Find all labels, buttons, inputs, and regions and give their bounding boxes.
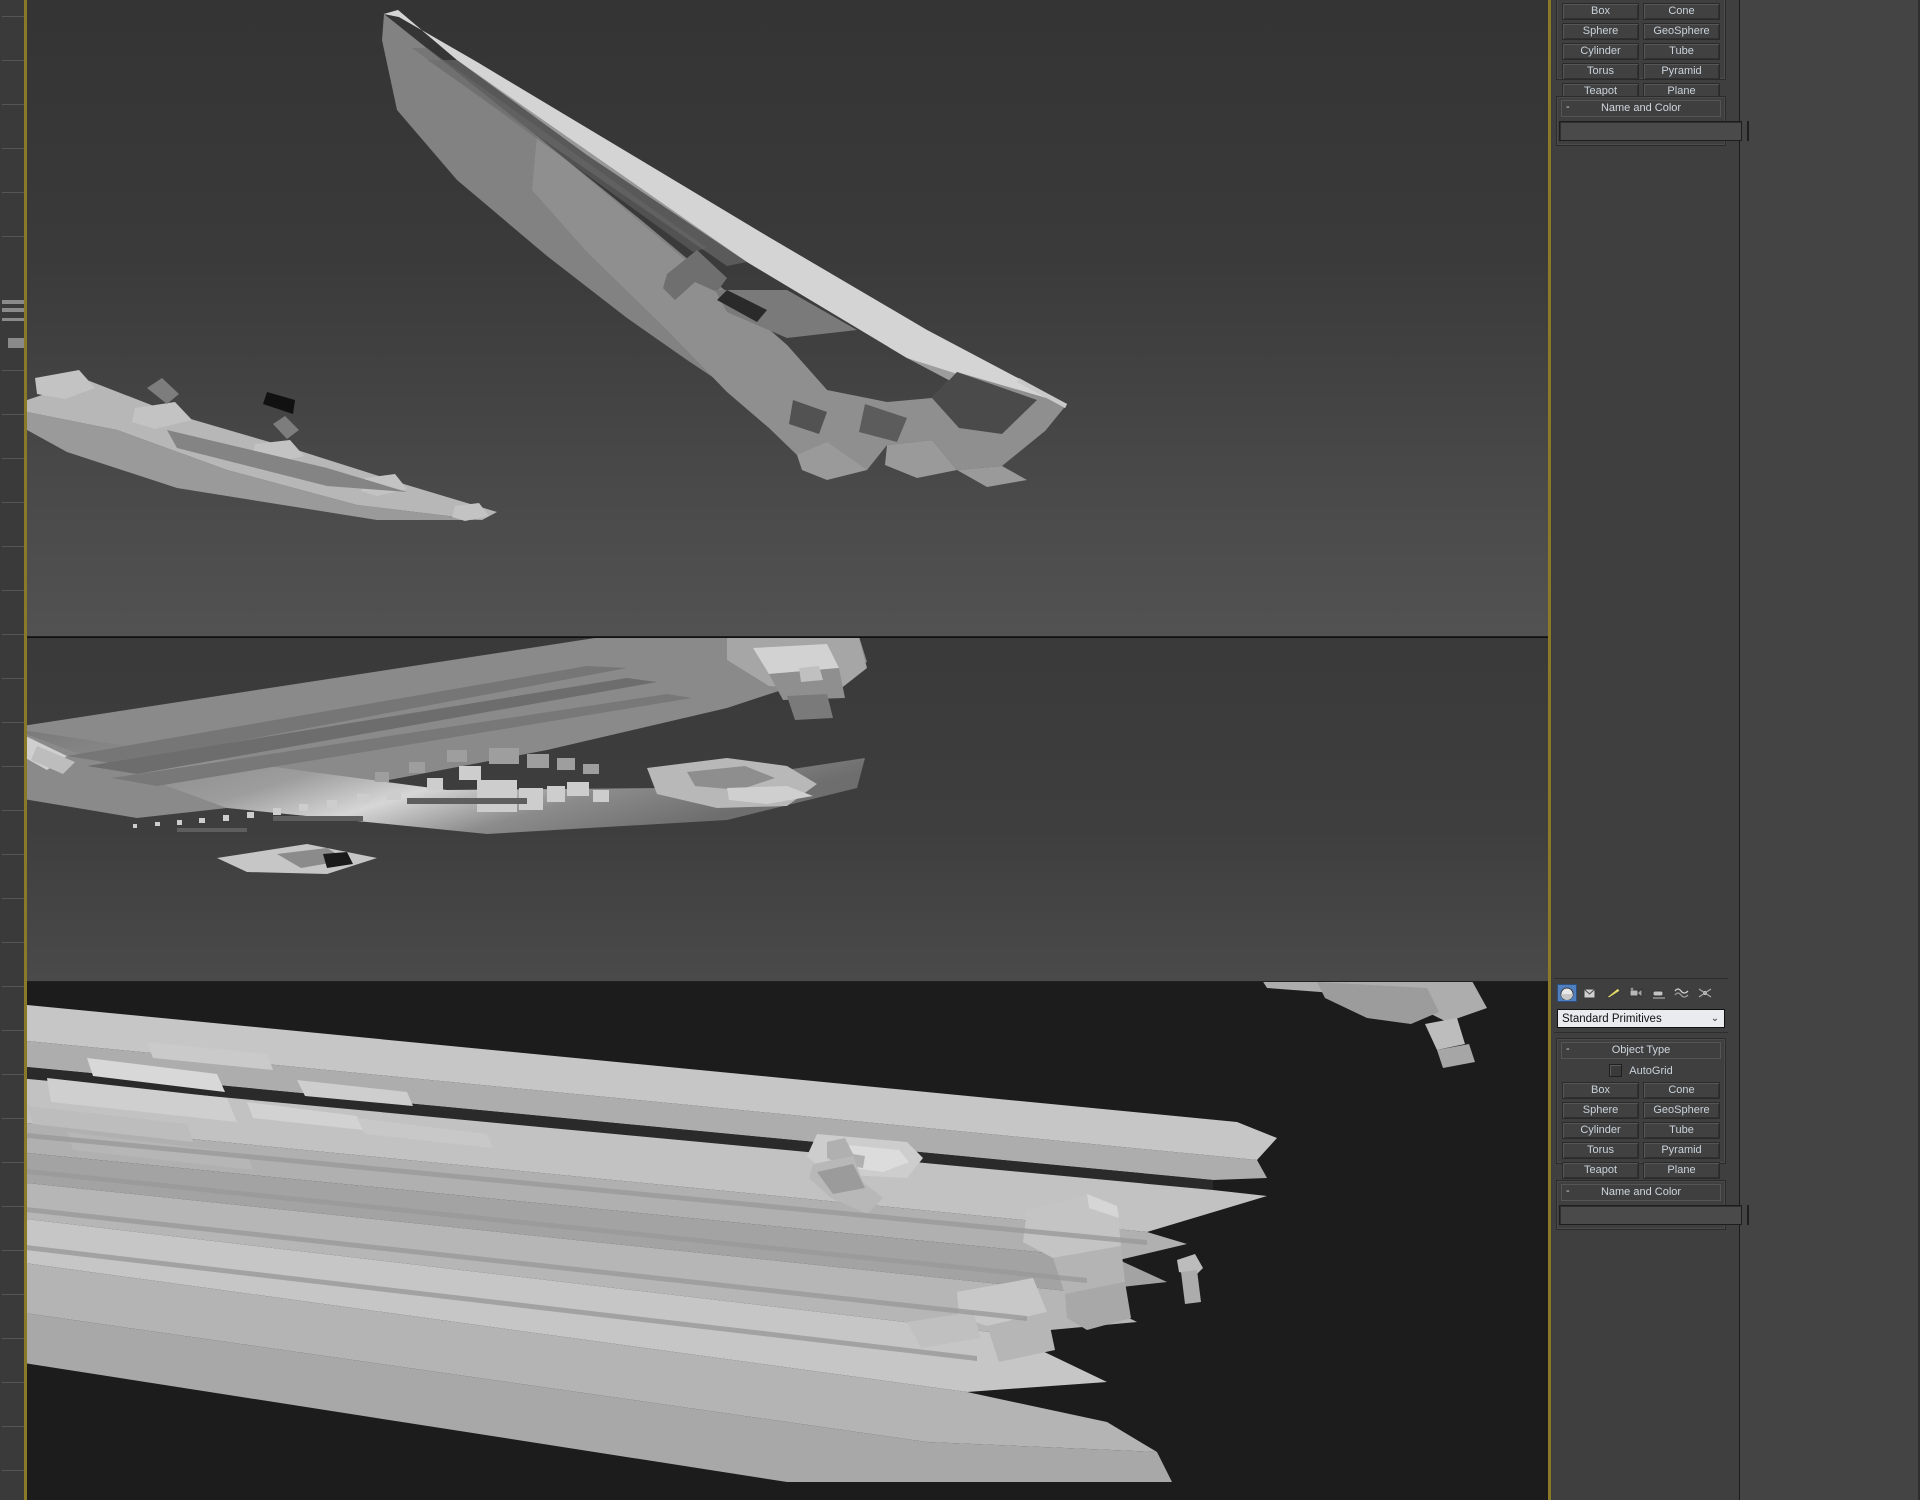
name-and-color-row [1557, 117, 1749, 143]
chevron-down-icon[interactable]: ⌄ [1706, 1013, 1724, 1024]
rollout-name-and-color-bottom: - Name and Color [1556, 1180, 1749, 1230]
rollout-collapse-icon[interactable]: - [1566, 100, 1570, 115]
geometry-icon[interactable] [1557, 984, 1577, 1002]
ruler-thumb[interactable] [8, 338, 24, 348]
object-type-row: Torus Pyramid [1562, 1142, 1720, 1159]
create-cylinder-button[interactable]: Cylinder [1562, 43, 1639, 60]
viewport-perspective-bottom[interactable] [27, 982, 1551, 1500]
object-type-row: Sphere GeoSphere [1562, 23, 1720, 40]
rollout-title-text: Object Type [1611, 1044, 1671, 1056]
autogrid-checkbox[interactable] [1609, 1064, 1623, 1077]
model-super-star-destroyer-underside [27, 638, 867, 874]
autogrid-row: AutoGrid [1562, 1063, 1720, 1078]
create-tube-button[interactable]: Tube [1643, 1122, 1720, 1139]
object-type-row: Cylinder Tube [1562, 1122, 1720, 1139]
model-star-destroyer-small [27, 370, 497, 521]
rollout-title-text: Name and Color [1600, 1186, 1682, 1198]
create-sphere-button[interactable]: Sphere [1562, 1102, 1639, 1119]
object-type-row: Torus Pyramid [1562, 63, 1720, 80]
object-type-row: Box Cone [1562, 3, 1720, 20]
object-color-swatch[interactable] [1747, 121, 1749, 141]
create-geosphere-button[interactable]: GeoSphere [1643, 23, 1720, 40]
create-pyramid-button[interactable]: Pyramid [1643, 1142, 1720, 1159]
rollout-collapse-icon[interactable]: - [1566, 1042, 1570, 1057]
command-panel: Box Cone Sphere GeoSphere Cylinder Tube … [1552, 0, 1920, 1500]
ruler-thumb[interactable] [2, 300, 24, 304]
rollout-header-name-and-color[interactable]: - Name and Color [1561, 100, 1721, 117]
name-and-color-row [1557, 1201, 1749, 1227]
systems-icon[interactable] [1695, 984, 1715, 1002]
viewport-container [27, 0, 1551, 1500]
object-category-dropdown-value: Standard Primitives [1562, 1012, 1662, 1025]
lights-icon[interactable] [1603, 984, 1623, 1002]
active-viewport-border-right [1548, 0, 1551, 1500]
object-category-dropdown[interactable]: Standard Primitives ⌄ [1557, 1009, 1725, 1028]
create-torus-button[interactable]: Torus [1562, 63, 1639, 80]
create-tube-button[interactable]: Tube [1643, 43, 1720, 60]
left-ruler-strip[interactable] [0, 0, 27, 1500]
rollout-header-object-type[interactable]: - Object Type [1561, 1042, 1721, 1059]
create-pyramid-button[interactable]: Pyramid [1643, 63, 1720, 80]
create-torus-button[interactable]: Torus [1562, 1142, 1639, 1159]
create-geosphere-button[interactable]: GeoSphere [1643, 1102, 1720, 1119]
object-name-input[interactable] [1559, 1205, 1742, 1225]
rollout-header-name-and-color[interactable]: - Name and Color [1561, 1184, 1721, 1201]
rollout-collapse-icon[interactable]: - [1566, 1184, 1570, 1199]
create-sphere-button[interactable]: Sphere [1562, 23, 1639, 40]
autogrid-label: AutoGrid [1629, 1064, 1673, 1077]
create-cone-button[interactable]: Cone [1643, 1082, 1720, 1099]
object-name-input[interactable] [1559, 121, 1742, 141]
create-box-button[interactable]: Box [1562, 1082, 1639, 1099]
create-cylinder-button[interactable]: Cylinder [1562, 1122, 1639, 1139]
viewport-perspective-middle[interactable] [27, 638, 1551, 982]
cameras-icon[interactable] [1626, 984, 1646, 1002]
rollout-object-type-top: Box Cone Sphere GeoSphere Cylinder Tube … [1556, 0, 1726, 100]
viewport-middle-render [27, 638, 867, 874]
ruler-thumb[interactable] [2, 308, 24, 312]
helpers-icon[interactable] [1649, 984, 1669, 1002]
object-type-row: Teapot Plane [1562, 1162, 1720, 1179]
create-cone-button[interactable]: Cone [1643, 3, 1720, 20]
viewport-perspective-top[interactable] [27, 0, 1551, 637]
rollout-object-type-bottom: - Object Type AutoGrid Box Cone Sphere G… [1556, 1038, 1726, 1179]
create-box-button[interactable]: Box [1562, 3, 1639, 20]
space-warps-icon[interactable] [1672, 984, 1692, 1002]
ruler-thumb[interactable] [2, 318, 24, 321]
active-viewport-border-left [24, 0, 27, 1500]
rollout-title-text: Name and Color [1600, 102, 1682, 114]
shapes-icon[interactable] [1580, 984, 1600, 1002]
rollout-name-and-color-top: - Name and Color [1556, 96, 1749, 146]
viewport-bottom-render [27, 982, 1487, 1482]
max-application-window: Box Cone Sphere GeoSphere Cylinder Tube … [0, 0, 1920, 1500]
object-color-swatch[interactable] [1747, 1205, 1749, 1225]
create-plane-button[interactable]: Plane [1643, 1162, 1720, 1179]
model-hull-closeup [27, 982, 1487, 1482]
object-type-row: Box Cone [1562, 1082, 1720, 1099]
viewport-top-render [27, 10, 1067, 521]
object-type-row: Sphere GeoSphere [1562, 1102, 1720, 1119]
command-panel-filler [1739, 0, 1920, 1500]
object-type-row: Cylinder Tube [1562, 43, 1720, 60]
model-super-star-destroyer-large [382, 10, 1067, 487]
create-category-toolbar [1557, 983, 1725, 1003]
create-teapot-button[interactable]: Teapot [1562, 1162, 1639, 1179]
